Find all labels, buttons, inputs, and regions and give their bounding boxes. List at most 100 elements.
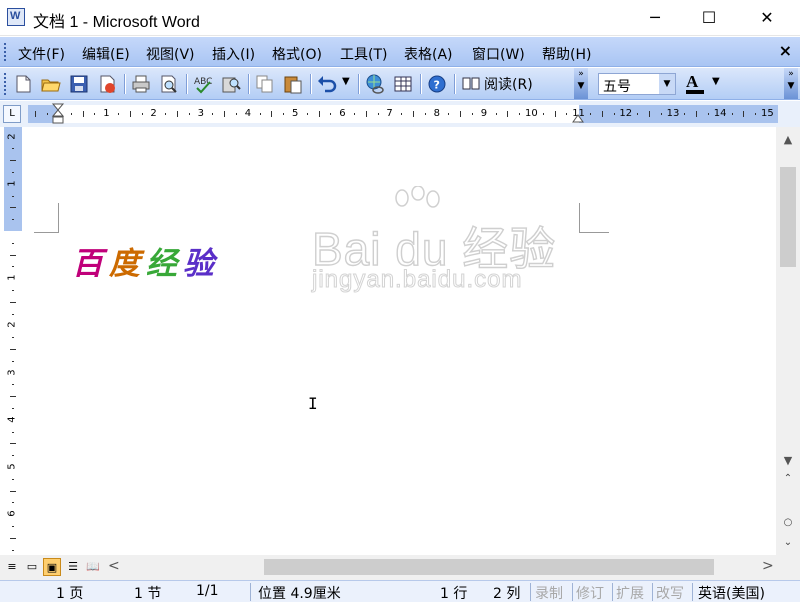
menu-help[interactable]: 帮助(H) [542, 44, 591, 64]
undo-icon[interactable] [316, 73, 338, 95]
close-window-button[interactable]: ✕ [744, 0, 790, 36]
horizontal-ruler-area: L 1 2 3 4 5 6 7 8 9 10 11 12 13 14 15 [0, 101, 800, 127]
print-preview-icon[interactable] [158, 73, 180, 95]
print-layout-view-button[interactable]: ▣ [43, 558, 61, 576]
ruler-tick [212, 113, 214, 115]
paste-icon[interactable] [282, 73, 304, 95]
font-color-button[interactable]: A ▼ [686, 72, 726, 96]
ruler-tick [70, 113, 72, 115]
ruler-tick [377, 113, 379, 115]
menu-edit[interactable]: 编辑(E) [82, 44, 130, 64]
ruler-tick [224, 111, 226, 117]
maximize-button[interactable]: ☐ [686, 0, 732, 36]
permission-icon[interactable] [96, 73, 118, 95]
new-icon[interactable] [12, 73, 34, 95]
vertical-ruler-tick [12, 266, 14, 268]
reading-layout-view-button[interactable]: 📖 [84, 558, 102, 576]
status-page: 1 页 [56, 586, 84, 602]
right-indent-marker-icon[interactable] [572, 113, 586, 123]
vertical-ruler-tick [12, 148, 14, 150]
close-document-button[interactable]: × [779, 41, 792, 60]
ruler-number: 14 [713, 108, 727, 119]
menu-tools[interactable]: 工具(T) [340, 44, 387, 64]
watermark-url: jingyan.baidu.com [311, 266, 523, 294]
font-color-dropdown-icon[interactable]: ▼ [712, 76, 720, 87]
ruler-number: 8 [433, 108, 440, 119]
status-pages: 1/1 [196, 583, 219, 599]
font-size-dropdown-icon[interactable]: ▼ [659, 74, 675, 94]
vertical-ruler-tick [12, 455, 14, 457]
menu-file[interactable]: 文件(F) [18, 44, 65, 64]
vertical-scrollbar[interactable]: ▲ ▼ ⌃ ○ ⌄ [776, 127, 800, 555]
status-track-changes[interactable]: 修订 [576, 583, 604, 602]
font-size-select[interactable]: 五号 ▼ [598, 73, 676, 95]
ruler-tick [165, 113, 167, 115]
ruler-number: 15 [761, 108, 774, 119]
ruler-tick [141, 113, 143, 115]
ruler-number: 13 [666, 108, 680, 119]
save-icon[interactable] [68, 73, 90, 95]
status-separator [250, 583, 251, 601]
status-record-macro[interactable]: 录制 [535, 583, 563, 602]
status-overtype[interactable]: 改写 [656, 583, 684, 602]
art-char: 度 [109, 246, 146, 282]
next-page-button[interactable]: ⌄ [776, 537, 800, 548]
vertical-scroll-thumb[interactable] [780, 167, 796, 267]
vertical-ruler-tick [10, 301, 16, 303]
menu-table[interactable]: 表格(A) [404, 44, 453, 64]
menu-window[interactable]: 窗口(W) [472, 44, 525, 64]
ruler-number: 2 [150, 108, 157, 119]
spelling-icon[interactable]: ABC [192, 73, 214, 95]
read-mode-button[interactable]: 阅读(R) [460, 74, 570, 94]
select-browse-object-button[interactable]: ○ [776, 517, 800, 528]
ruler-tick [188, 113, 190, 115]
vertical-ruler-tick [12, 172, 14, 173]
open-icon[interactable] [40, 73, 62, 95]
minimize-button[interactable]: ─ [632, 0, 678, 36]
status-language[interactable]: 英语(美国) [698, 583, 765, 602]
scroll-right-button[interactable]: > [762, 558, 774, 574]
copy-icon[interactable] [254, 73, 276, 95]
ruler-number: 6 [339, 108, 346, 119]
view-bar: ≡ ▭ ▣ ☰ 📖 < > [0, 555, 800, 580]
read-mode-label: 阅读(R) [484, 77, 533, 93]
word-art-text[interactable]: 百度经验 [72, 238, 220, 283]
ruler-tick [472, 113, 473, 115]
horizontal-scroll-thumb[interactable] [264, 559, 714, 575]
scroll-up-button[interactable]: ▲ [776, 133, 800, 147]
menu-grip-handle[interactable] [4, 43, 7, 61]
formatting-toolbar-chevron[interactable]: » ▼ [784, 68, 798, 99]
ruler-tick [413, 111, 414, 117]
ruler-tick [177, 111, 178, 117]
ruler-tick [35, 111, 37, 117]
toolbar-options-chevron[interactable]: » ▼ [574, 68, 588, 99]
menu-view[interactable]: 视图(V) [146, 44, 195, 64]
status-line: 1 行 [440, 586, 468, 602]
toolbar-separator [358, 74, 359, 94]
ruler-number: 7 [386, 108, 393, 119]
ruler-tick [649, 111, 650, 117]
ruler-tick [47, 113, 49, 115]
menu-insert[interactable]: 插入(I) [212, 44, 255, 64]
scroll-down-button[interactable]: ▼ [776, 454, 800, 468]
previous-page-button[interactable]: ⌃ [776, 473, 800, 484]
vertical-ruler-number: 4 [6, 416, 18, 423]
help-icon[interactable]: ? [426, 73, 448, 95]
print-icon[interactable] [130, 73, 152, 95]
outline-view-button[interactable]: ☰ [64, 558, 82, 576]
table-icon[interactable] [392, 73, 414, 95]
undo-dropdown-button[interactable]: ▼ [342, 76, 350, 87]
hyperlink-icon[interactable] [364, 73, 386, 95]
word-app-icon[interactable] [7, 8, 25, 26]
scroll-left-button[interactable]: < [108, 558, 120, 574]
research-icon[interactable] [220, 73, 242, 95]
status-extend[interactable]: 扩展 [616, 583, 644, 602]
vertical-ruler-number: 3 [6, 368, 18, 376]
indent-marker-icon[interactable] [52, 103, 66, 127]
toolbar-separator [454, 74, 455, 94]
normal-view-button[interactable]: ≡ [3, 558, 21, 576]
web-layout-view-button[interactable]: ▭ [23, 558, 41, 576]
font-color-swatch [686, 90, 704, 94]
toolbar-grip-handle[interactable] [4, 73, 7, 95]
menu-format[interactable]: 格式(O) [272, 44, 322, 64]
